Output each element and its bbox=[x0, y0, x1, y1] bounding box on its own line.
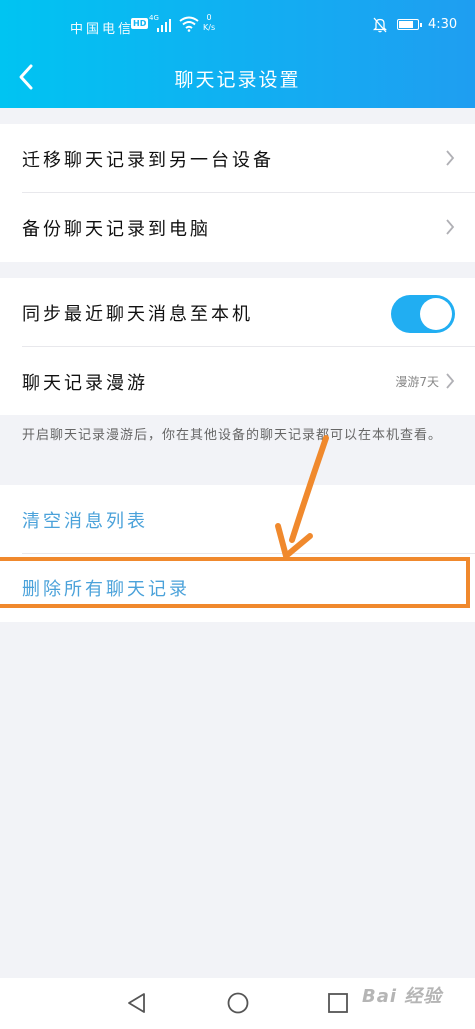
page-title: 聊天记录设置 bbox=[174, 69, 301, 91]
chevron-right-icon bbox=[446, 373, 455, 389]
sync-messages-label: 同步最近聊天消息至本机 bbox=[22, 304, 253, 325]
transfer-group: 迁移聊天记录到另一台设备 备份聊天记录到电脑 bbox=[0, 124, 475, 262]
clear-message-list-row[interactable]: 清空消息列表 bbox=[0, 485, 475, 553]
bell-muted-icon bbox=[373, 17, 387, 33]
carrier-label: 中国电信 bbox=[70, 22, 135, 37]
speed-unit: K/s bbox=[203, 23, 216, 32]
roaming-note: 开启聊天记录漫游后，你在其他设备的聊天记录都可以在本机查看。 bbox=[22, 428, 443, 443]
clear-message-list-label: 清空消息列表 bbox=[22, 511, 148, 532]
toggle-knob bbox=[420, 298, 452, 330]
hd-badge: HD bbox=[131, 18, 149, 29]
battery-icon bbox=[397, 19, 422, 30]
signal-icon bbox=[157, 18, 173, 32]
roaming-duration: 漫游7天 bbox=[395, 375, 439, 389]
chat-roaming-row[interactable]: 聊天记录漫游 漫游7天 bbox=[0, 347, 475, 415]
migrate-chat-row[interactable]: 迁移聊天记录到另一台设备 bbox=[0, 124, 475, 192]
delete-all-records-label: 删除所有聊天记录 bbox=[22, 579, 190, 600]
nav-recent-apps-icon[interactable] bbox=[327, 992, 349, 1014]
speed-value: 0 bbox=[206, 13, 212, 22]
nav-back-icon[interactable] bbox=[125, 991, 149, 1015]
chevron-right-icon bbox=[446, 219, 455, 235]
backup-chat-label: 备份聊天记录到电脑 bbox=[22, 219, 211, 240]
network-speed: 0 K/s bbox=[203, 13, 215, 33]
clear-group: 清空消息列表 删除所有聊天记录 bbox=[0, 485, 475, 622]
sync-messages-row: 同步最近聊天消息至本机 bbox=[0, 278, 475, 346]
delete-all-records-row[interactable]: 删除所有聊天记录 bbox=[0, 554, 475, 622]
sync-group: 同步最近聊天消息至本机 聊天记录漫游 漫游7天 bbox=[0, 278, 475, 415]
status-bar: 中国电信 HD 4G 0 K/s 4:30 bbox=[0, 0, 475, 50]
sync-toggle[interactable] bbox=[391, 295, 455, 333]
watermark: Bai 经验 bbox=[362, 986, 443, 1007]
backup-chat-row[interactable]: 备份聊天记录到电脑 bbox=[0, 193, 475, 261]
header: 中国电信 HD 4G 0 K/s 4:30 聊天记录设置 bbox=[0, 0, 475, 108]
wifi-icon bbox=[179, 16, 199, 32]
migrate-chat-label: 迁移聊天记录到另一台设备 bbox=[22, 150, 274, 171]
chat-roaming-label: 聊天记录漫游 bbox=[22, 373, 148, 394]
clock: 4:30 bbox=[428, 17, 458, 32]
chevron-right-icon bbox=[446, 150, 455, 166]
nav-home-icon[interactable] bbox=[226, 991, 250, 1015]
